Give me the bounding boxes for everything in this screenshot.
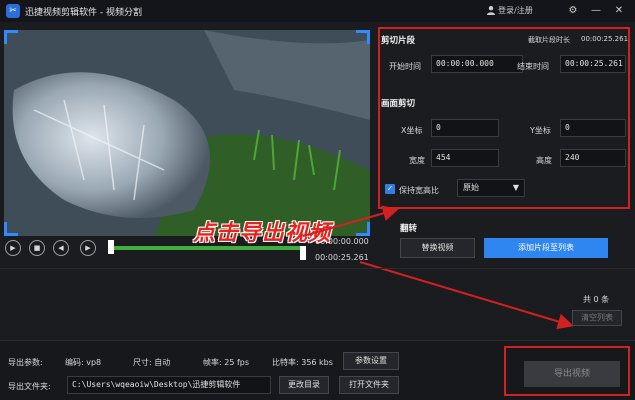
bitrate-value: 比特率: 356 kbs xyxy=(272,358,333,367)
list-count: 共 0 条 xyxy=(583,295,610,304)
export-params-label: 导出参数: xyxy=(8,358,43,367)
param-settings-button[interactable]: 参数设置 xyxy=(343,352,399,370)
clear-list-button[interactable]: 清空列表 xyxy=(572,310,622,326)
export-video-button[interactable]: 导出视频 xyxy=(524,361,620,387)
clip-list-area xyxy=(0,268,635,338)
size-value: 尺寸: 自动 xyxy=(133,358,171,367)
export-folder-path[interactable]: C:\Users\wqeaoiw\Desktop\迅捷剪辑软件 xyxy=(67,376,271,394)
open-folder-button[interactable]: 打开文件夹 xyxy=(339,376,399,394)
codec-value: 编码: vp8 xyxy=(65,358,102,367)
arrow-to-panel xyxy=(302,205,399,237)
fps-value: 帧率: 25 fps xyxy=(203,358,250,367)
change-directory-button[interactable]: 更改目录 xyxy=(279,376,329,394)
export-folder-label: 导出文件夹: xyxy=(8,382,51,391)
